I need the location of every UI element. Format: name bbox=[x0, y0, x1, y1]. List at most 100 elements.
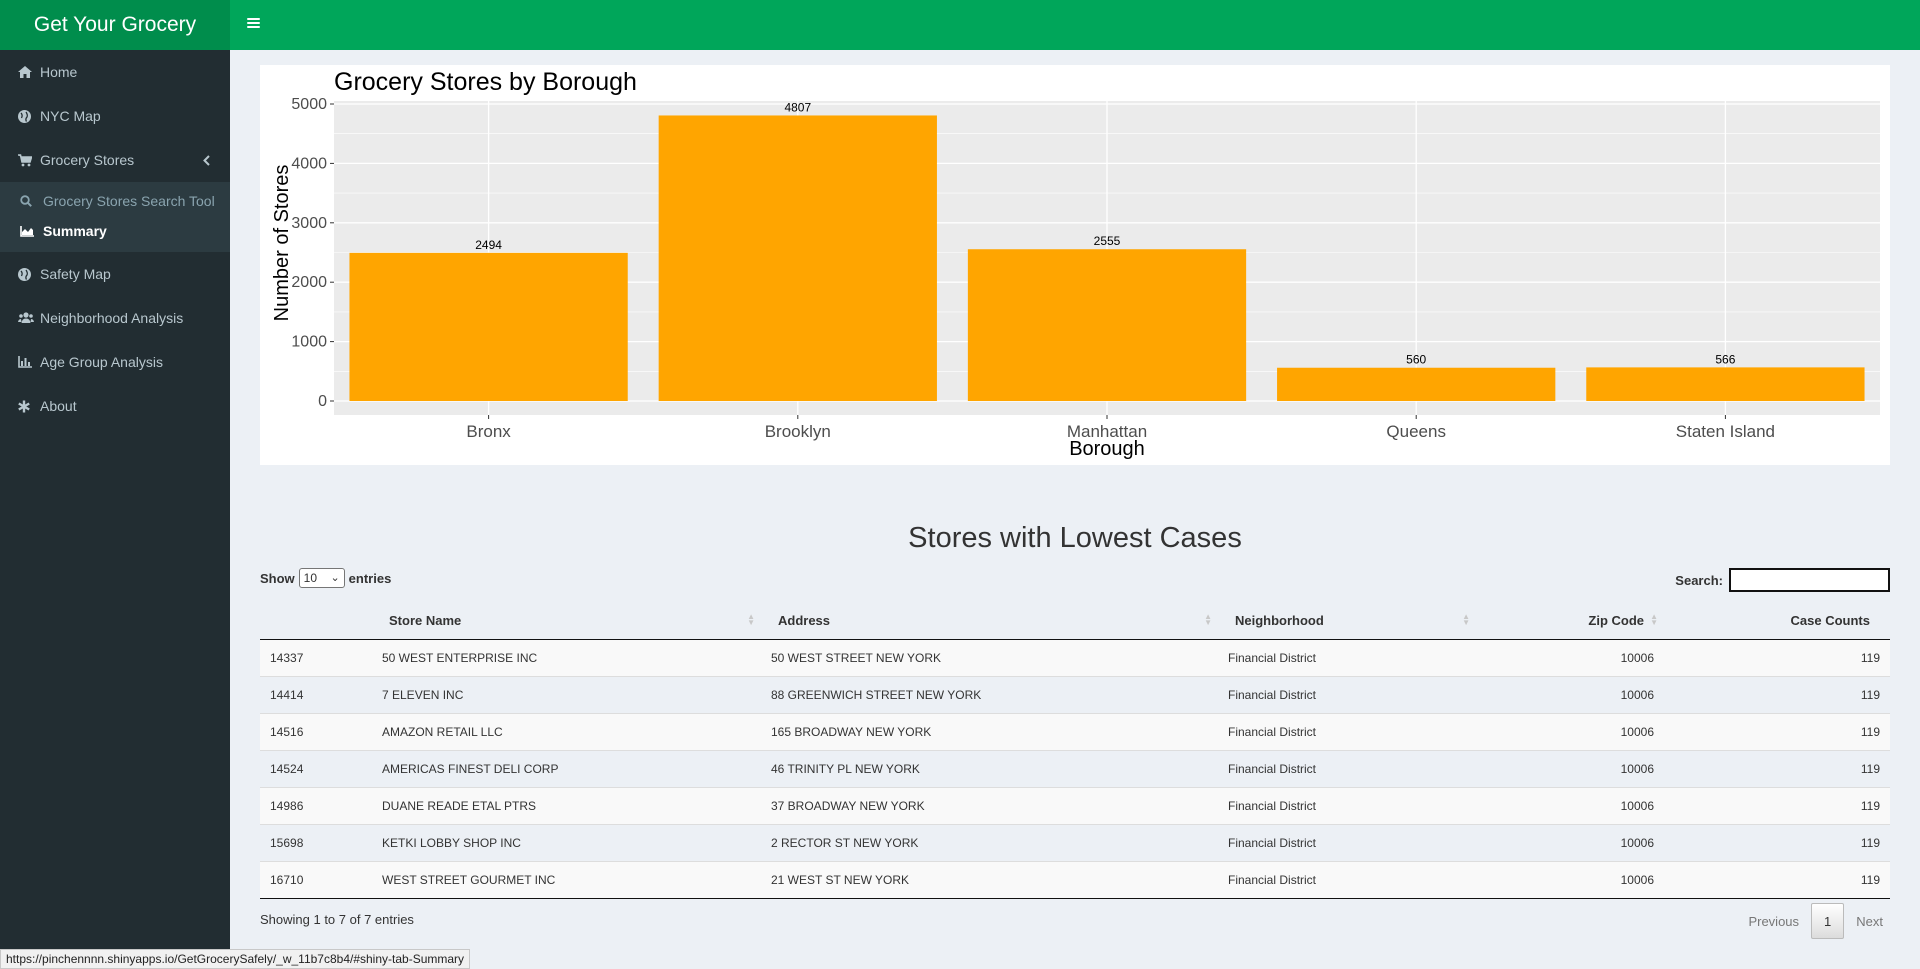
chevron-left-icon bbox=[203, 153, 210, 169]
next-page-button[interactable]: Next bbox=[1844, 903, 1895, 939]
table-row[interactable]: 14414 7 ELEVEN INC 88 GREENWICH STREET NEW… bbox=[260, 675, 1890, 713]
table-cell: WEST STREET GOURMET INC bbox=[372, 860, 761, 899]
column-header-neighborhood[interactable]: Neighborhood ▲ ▼ bbox=[1218, 603, 1476, 640]
sidebar-item-label: Neighborhood Analysis bbox=[40, 310, 184, 326]
table-cell: KETKI LOBBY SHOP INC bbox=[372, 823, 761, 861]
sort-icon: ▲ ▼ bbox=[1462, 612, 1470, 627]
search-input[interactable] bbox=[1729, 568, 1890, 592]
sidebar-item-label: Age Group Analysis bbox=[40, 354, 163, 370]
sidebar-subitem-label: Grocery Stores Search Tool bbox=[43, 193, 215, 209]
page-length-select[interactable]: 10 ⌄ bbox=[298, 568, 345, 588]
table-cell: 14524 bbox=[260, 749, 372, 787]
sidebar-subitem-search-tool[interactable]: Grocery Stores Search Tool bbox=[0, 186, 230, 216]
sidebar-item-about[interactable]: About bbox=[0, 384, 230, 428]
table-cell: 14414 bbox=[260, 675, 372, 713]
table-cell: 14986 bbox=[260, 786, 372, 824]
page-1-button[interactable]: 1 bbox=[1811, 903, 1845, 939]
table-cell: 14337 bbox=[260, 638, 372, 676]
home-icon bbox=[18, 66, 40, 78]
data-label: 2494 bbox=[475, 238, 502, 252]
y-axis-label: Number of Stores bbox=[271, 165, 293, 322]
show-label: Show bbox=[260, 570, 295, 586]
table-cell: 10006 bbox=[1476, 786, 1664, 824]
column-header-zip-code[interactable]: Zip Code ▲ ▼ bbox=[1476, 603, 1664, 640]
table-cell: 10006 bbox=[1476, 823, 1664, 861]
sidebar-item-label: About bbox=[40, 398, 77, 414]
page-length-value: 10 bbox=[303, 571, 318, 585]
sidebar-item-safety-map[interactable]: Safety Map bbox=[0, 252, 230, 296]
y-tick-label: 4000 bbox=[291, 155, 327, 172]
sidebar-item-label: Grocery Stores bbox=[40, 152, 135, 168]
column-header-store-name[interactable]: Store Name ▲ ▼ bbox=[372, 603, 761, 640]
hamburger-icon[interactable] bbox=[244, 15, 264, 35]
sort-icon: ▲ ▼ bbox=[1204, 612, 1212, 627]
table-cell: 46 TRINITY PL NEW YORK bbox=[761, 749, 1218, 787]
data-label: 560 bbox=[1406, 353, 1426, 367]
users-icon bbox=[18, 312, 40, 324]
table-cell: 10006 bbox=[1476, 860, 1664, 899]
table-cell: 2 RECTOR ST NEW YORK bbox=[761, 823, 1218, 861]
app-logo[interactable]: Get Your Grocery bbox=[0, 0, 230, 50]
sidebar-item-label: Home bbox=[40, 64, 78, 80]
table-row[interactable]: 15698 KETKI LOBBY SHOP INC 2 RECTOR ST NEW… bbox=[260, 823, 1890, 861]
table-row[interactable]: 14516 AMAZON RETAIL LLC 165 BROADWAY NEW Y… bbox=[260, 712, 1890, 750]
entries-label: entries bbox=[348, 570, 392, 586]
sidebar-item-label: Safety Map bbox=[40, 266, 111, 282]
sidebar-item-grocery-stores[interactable]: Grocery Stores bbox=[0, 138, 230, 182]
column-header-address[interactable]: Address ▲ ▼ bbox=[761, 603, 1218, 640]
y-tick-label: 1000 bbox=[291, 334, 327, 351]
column-header-case-counts[interactable]: Case Counts bbox=[1664, 603, 1890, 640]
table-cell: 10006 bbox=[1476, 638, 1664, 676]
table-cell: AMERICAS FINEST DELI CORP bbox=[372, 749, 761, 787]
sort-icon: ▲ ▼ bbox=[1650, 612, 1658, 627]
stores-table: Store Name ▲ ▼ Address ▲ ▼ Neighborhood ▲ ▼ Zi… bbox=[260, 603, 1890, 899]
column-header-index[interactable] bbox=[260, 603, 372, 640]
page-length-control: Show 10 ⌄ entries bbox=[260, 568, 391, 588]
previous-page-button[interactable]: Previous bbox=[1736, 903, 1811, 939]
table-cell: 15698 bbox=[260, 823, 372, 861]
sidebar-item-age-group-analysis[interactable]: Age Group Analysis bbox=[0, 340, 230, 384]
table-cell: 119 bbox=[1664, 860, 1890, 899]
y-tick-label: 5000 bbox=[291, 96, 327, 113]
table-cell: 37 BROADWAY NEW YORK bbox=[761, 786, 1218, 824]
table-cell: Financial District bbox=[1218, 712, 1476, 750]
x-tick-label: Brooklyn bbox=[765, 422, 831, 441]
bar-brooklyn bbox=[658, 115, 937, 401]
table-cell: 10006 bbox=[1476, 675, 1664, 713]
y-tick-label: 2000 bbox=[291, 274, 327, 291]
bar-queens bbox=[1277, 367, 1556, 401]
table-row[interactable]: 14337 50 WEST ENTERPRISE INC 50 WEST STREE… bbox=[260, 638, 1890, 676]
sidebar-item-neighborhood-analysis[interactable]: Neighborhood Analysis bbox=[0, 296, 230, 340]
bar-manhattan bbox=[967, 249, 1247, 401]
table-row[interactable]: 16710 WEST STREET GOURMET INC 21 WEST ST N… bbox=[260, 860, 1890, 899]
table-cell: 14516 bbox=[260, 712, 372, 750]
asterisk-icon bbox=[18, 400, 40, 413]
chevron-down-icon: ⌄ bbox=[330, 572, 340, 584]
globe-icon bbox=[18, 109, 40, 123]
x-tick-label: Queens bbox=[1386, 422, 1446, 441]
sidebar-item-nyc-map[interactable]: NYC Map bbox=[0, 94, 230, 138]
table-cell: 119 bbox=[1664, 638, 1890, 676]
browser-status-url: https://pinchennnn.shinyapps.io/GetGroce… bbox=[0, 949, 471, 969]
sidebar-subitem-summary[interactable]: Summary bbox=[0, 216, 230, 246]
y-tick-label: 3000 bbox=[291, 215, 327, 232]
bar-chart-icon bbox=[18, 356, 40, 368]
table-search-control: Search: bbox=[1675, 568, 1890, 592]
table-cell: 21 WEST ST NEW YORK bbox=[761, 860, 1218, 899]
table-cell: 10006 bbox=[1476, 712, 1664, 750]
area-chart-icon bbox=[20, 225, 43, 237]
shopping-cart-icon bbox=[18, 153, 40, 167]
sort-icon: ▲ ▼ bbox=[747, 612, 755, 627]
sidebar-subitem-label: Summary bbox=[43, 223, 107, 239]
table-row[interactable]: 14524 AMERICAS FINEST DELI CORP 46 TRINITY… bbox=[260, 749, 1890, 787]
search-icon bbox=[20, 195, 43, 207]
sidebar-item-label: NYC Map bbox=[40, 108, 101, 124]
table-cell: 119 bbox=[1664, 786, 1890, 824]
sidebar-item-home[interactable]: Home bbox=[0, 50, 230, 94]
table-cell: Financial District bbox=[1218, 638, 1476, 676]
table-cell: Financial District bbox=[1218, 749, 1476, 787]
pagination: Previous 1 Next bbox=[1736, 903, 1895, 939]
table-cell: 10006 bbox=[1476, 749, 1664, 787]
table-row[interactable]: 14986 DUANE READE ETAL PTRS 37 BROADWAY NE… bbox=[260, 786, 1890, 824]
table-cell: DUANE READE ETAL PTRS bbox=[372, 786, 761, 824]
